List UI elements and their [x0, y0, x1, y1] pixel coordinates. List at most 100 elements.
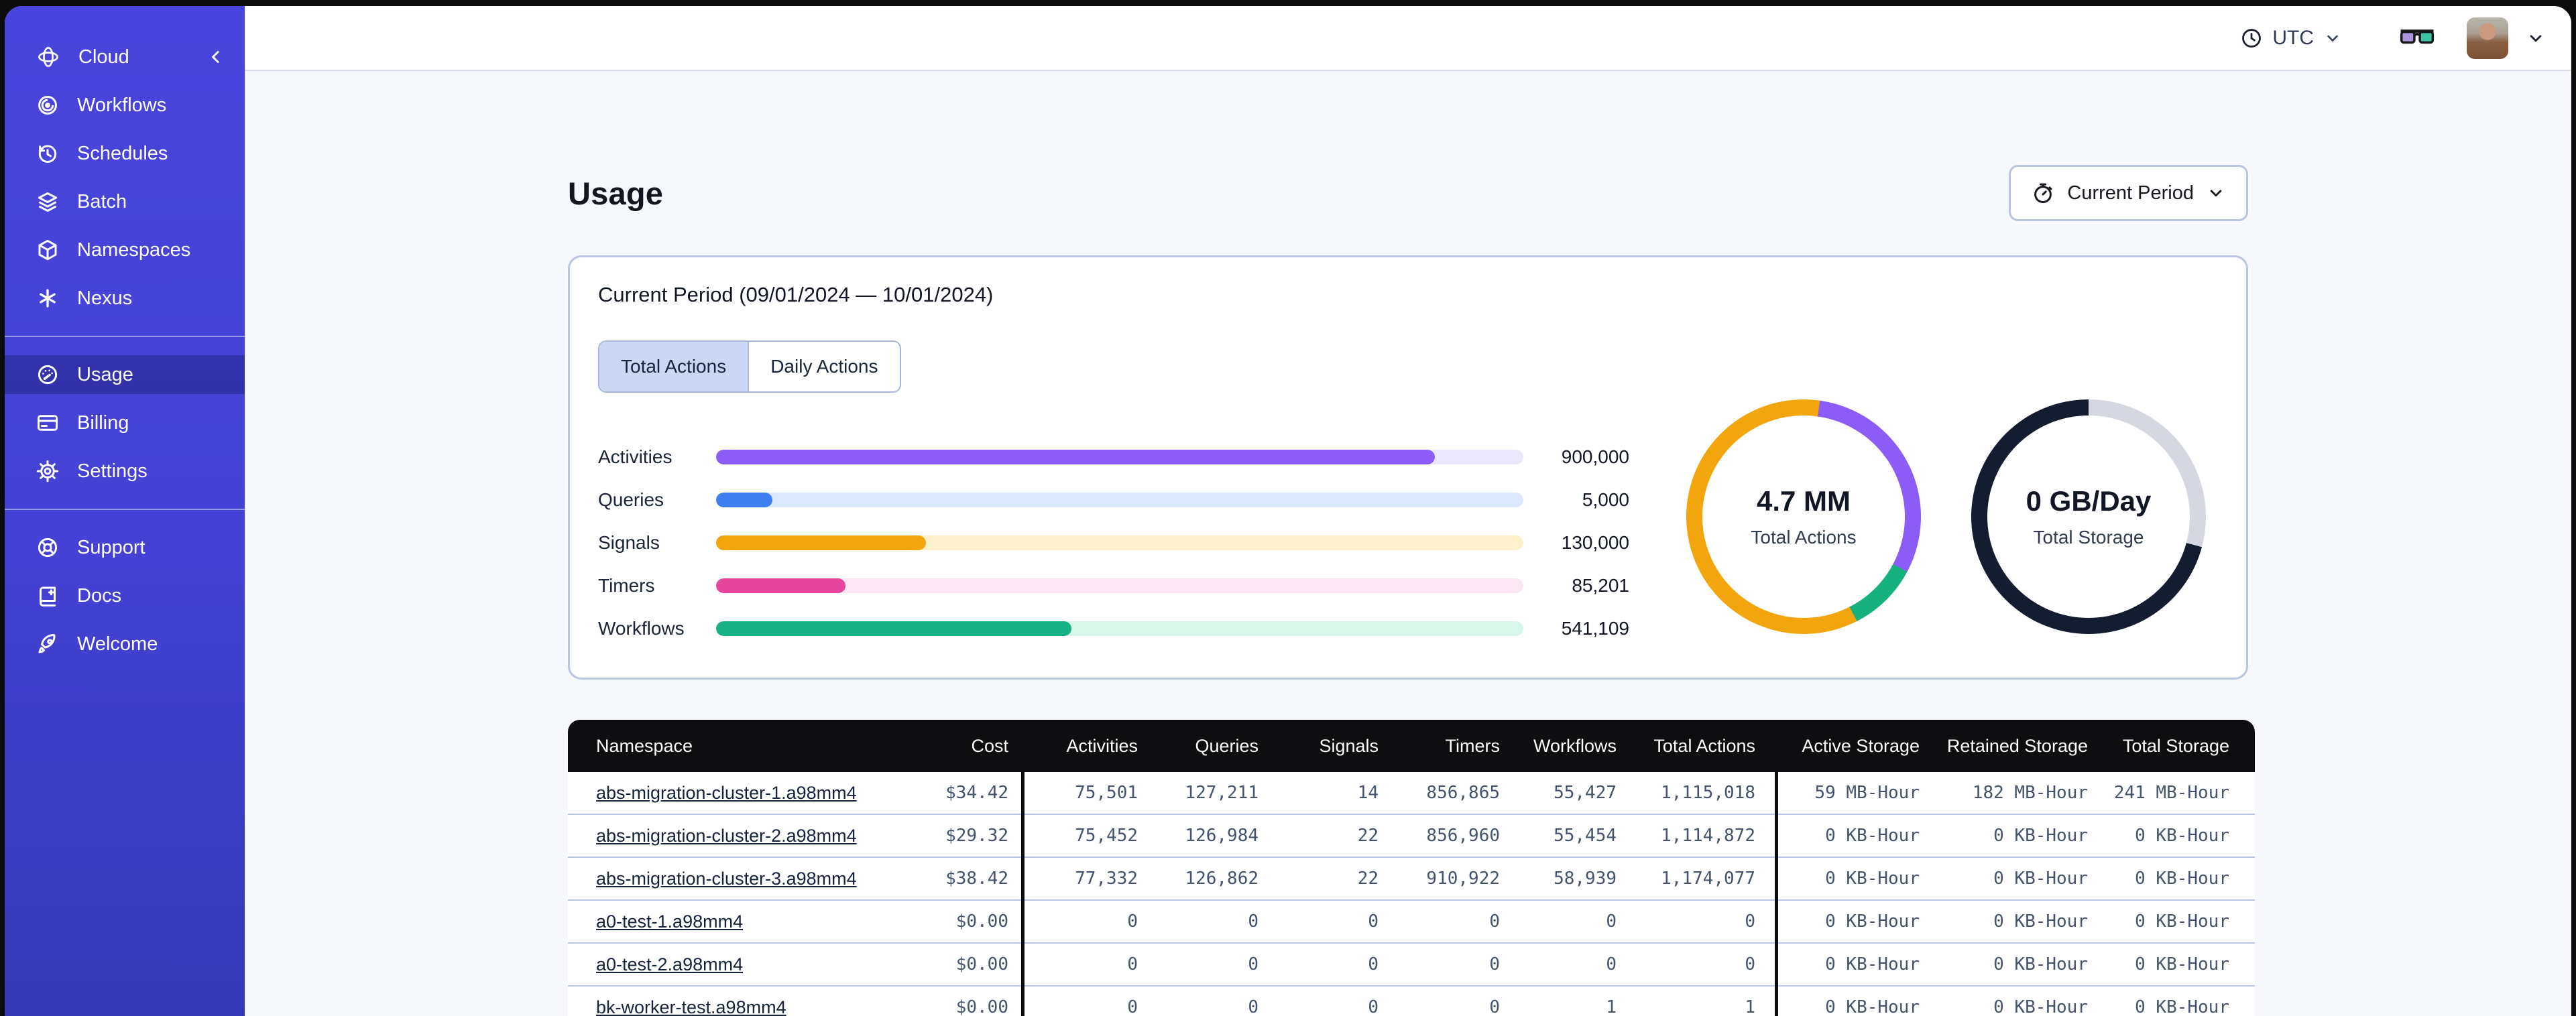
sidebar-item-billing[interactable]: Billing [5, 403, 245, 442]
cell-activities: 0 [1127, 911, 1138, 932]
chevron-down-icon [2323, 29, 2342, 48]
sidebar-item-docs[interactable]: Docs [5, 576, 245, 615]
column-header-retained-storage: Retained Storage [1946, 735, 2088, 756]
cell-active-storage: 0 KB-Hour [1825, 997, 1920, 1016]
sidebar-item-schedules[interactable]: Schedules [5, 134, 245, 173]
cell-queries: 127,211 [1185, 783, 1258, 803]
cell-workflows: 55,454 [1554, 826, 1617, 846]
namespace-link[interactable]: abs-migration-cluster-2.a98mm4 [596, 826, 857, 846]
sidebar-item-usage[interactable]: Usage [5, 355, 245, 394]
cell-timers: 856,865 [1426, 783, 1500, 803]
period-selector-button[interactable]: Current Period [2009, 165, 2248, 221]
sidebar-item-label: Settings [77, 460, 148, 482]
cell-activities: 75,501 [1075, 783, 1138, 803]
cell-queries: 0 [1248, 911, 1258, 932]
bar-label: Timers [598, 575, 655, 596]
tab-daily-actions[interactable]: Daily Actions [748, 342, 900, 391]
sidebar-item-workflows[interactable]: Workflows [5, 86, 245, 125]
tab-total-actions[interactable]: Total Actions [599, 342, 748, 391]
bar-label: Workflows [598, 618, 685, 639]
cell-retained-storage: 0 KB-Hour [1993, 997, 2088, 1016]
table-row: abs-migration-cluster-1.a98mm4 $34.42 75… [568, 772, 2255, 815]
glasses-icon[interactable] [2398, 25, 2436, 52]
cell-total-actions: 1 [1745, 997, 1755, 1016]
sidebar-header-cloud[interactable]: Cloud [5, 38, 245, 76]
cell-timers: 0 [1489, 997, 1500, 1016]
cell-activities: 77,332 [1075, 869, 1138, 889]
sidebar-item-settings[interactable]: Settings [5, 452, 245, 491]
chevron-left-icon[interactable] [206, 47, 226, 67]
cell-total-storage: 0 KB-Hour [2135, 997, 2229, 1016]
namespace-link[interactable]: bk-worker-test.a98mm4 [596, 997, 786, 1016]
table-row: abs-migration-cluster-2.a98mm4 $29.32 75… [568, 815, 2255, 858]
bar-track [716, 621, 1523, 636]
sidebar-item-support[interactable]: Support [5, 528, 245, 567]
cell-cost: $0.00 [955, 911, 1008, 932]
column-header-queries: Queries [1195, 735, 1258, 756]
bar-row-activities: Activities 900,000 [598, 436, 1629, 479]
sidebar-item-batch[interactable]: Batch [5, 182, 245, 221]
table-row: abs-migration-cluster-3.a98mm4 $38.42 77… [568, 858, 2255, 901]
column-header-total-storage: Total Storage [2122, 735, 2229, 756]
cell-retained-storage: 0 KB-Hour [1993, 954, 2088, 974]
column-header-timers: Timers [1445, 735, 1501, 756]
column-header-active-storage: Active Storage [1802, 735, 1920, 756]
cell-activities: 0 [1127, 997, 1138, 1016]
bar-fill [716, 493, 773, 507]
cell-active-storage: 0 KB-Hour [1825, 869, 1920, 889]
cell-total-actions: 0 [1745, 954, 1755, 974]
workflows-icon [36, 93, 60, 117]
cell-total-storage: 0 KB-Hour [2135, 954, 2229, 974]
bar-row-timers: Timers 85,201 [598, 564, 1629, 607]
cell-cost: $34.42 [945, 783, 1008, 803]
cell-active-storage: 0 KB-Hour [1825, 826, 1920, 846]
cell-total-actions: 1,174,077 [1661, 869, 1755, 889]
cell-queries: 0 [1248, 954, 1258, 974]
sidebar-item-namespaces[interactable]: Namespaces [5, 231, 245, 269]
sidebar-item-label: Support [77, 536, 145, 558]
namespaces-icon [36, 238, 60, 262]
cell-timers: 856,960 [1426, 826, 1500, 846]
cell-active-storage: 0 KB-Hour [1825, 954, 1920, 974]
bar-row-queries: Queries 5,000 [598, 479, 1629, 521]
bar-value: 5,000 [1582, 489, 1629, 510]
avatar[interactable] [2467, 17, 2508, 59]
cell-cost: $0.00 [955, 997, 1008, 1016]
timezone-label: UTC [2272, 26, 2314, 49]
namespace-link[interactable]: a0-test-2.a98mm4 [596, 954, 743, 974]
cell-signals: 14 [1357, 783, 1379, 803]
batch-icon [36, 190, 60, 214]
table-vertical-divider [1021, 720, 1024, 1016]
bar-value: 900,000 [1561, 446, 1629, 467]
namespace-link[interactable]: abs-migration-cluster-1.a98mm4 [596, 783, 857, 803]
namespace-link[interactable]: abs-migration-cluster-3.a98mm4 [596, 869, 857, 889]
cell-signals: 0 [1368, 954, 1379, 974]
donut-value: 4.7 MM [1756, 485, 1851, 517]
cell-retained-storage: 0 KB-Hour [1993, 869, 2088, 889]
column-header-activities: Activities [1066, 735, 1138, 756]
bar-fill [716, 450, 1435, 464]
account-menu-chevron-down-icon[interactable] [2526, 28, 2546, 48]
donut-label: Total Actions [1751, 527, 1857, 548]
sidebar-item-nexus[interactable]: Nexus [5, 279, 245, 318]
cell-queries: 0 [1248, 997, 1258, 1016]
cell-queries: 126,984 [1185, 826, 1258, 846]
cell-activities: 0 [1127, 954, 1138, 974]
clock-icon [2240, 27, 2263, 50]
settings-icon [36, 459, 60, 483]
bar-value: 85,201 [1572, 575, 1629, 596]
cell-timers: 0 [1489, 954, 1500, 974]
chevron-down-icon [2206, 183, 2226, 203]
namespace-link[interactable]: a0-test-1.a98mm4 [596, 911, 743, 932]
sidebar-item-label: Welcome [77, 633, 158, 655]
sidebar-item-welcome[interactable]: Welcome [5, 625, 245, 663]
table-row: bk-worker-test.a98mm4 $0.00 0 0 0 0 1 1 … [568, 987, 2255, 1016]
sidebar-item-label: Nexus [77, 287, 133, 309]
timezone-selector[interactable]: UTC [2240, 27, 2342, 50]
bar-row-workflows: Workflows 541,109 [598, 607, 1629, 650]
topbar: UTC [245, 6, 2571, 71]
sidebar-item-label: Billing [77, 411, 129, 434]
cell-workflows: 58,939 [1554, 869, 1617, 889]
usage-bars-chart: Activities 900,000 Queries 5,000 Signals [598, 436, 1629, 650]
bar-row-signals: Signals 130,000 [598, 521, 1629, 564]
